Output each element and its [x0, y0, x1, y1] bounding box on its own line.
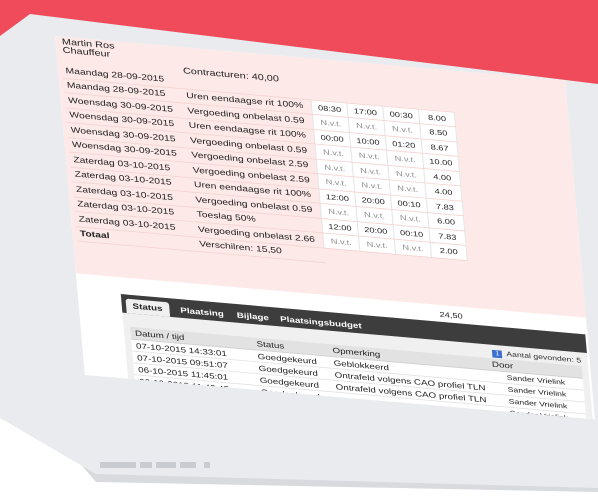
info-icon: 1	[492, 349, 503, 359]
taskbar-item[interactable]	[204, 462, 210, 468]
hours-time-cell: N.v.t.	[394, 239, 432, 258]
tab-status[interactable]: Status	[125, 298, 170, 317]
taskbar-item[interactable]	[100, 462, 136, 468]
taskbar-item[interactable]	[140, 462, 152, 468]
laptop-device: Martin Ros Chauffeur Contracturen: 40,00…	[0, 0, 598, 503]
tab-plaatsingsbudget[interactable]: Plaatsingsbudget	[273, 311, 369, 334]
taskbar-item[interactable]	[180, 462, 196, 468]
hours-time-cell: 2.00	[430, 242, 468, 261]
hours-panel: Martin Ros Chauffeur Contracturen: 40,00…	[55, 36, 586, 323]
employee-info: Martin Ros Chauffeur	[62, 37, 116, 60]
tab-bijlage[interactable]: Bijlage	[230, 308, 276, 326]
tab-plaatsing[interactable]: Plaatsing	[173, 303, 231, 322]
total-sum: 24,50	[435, 307, 467, 323]
hours-time-cell: N.v.t.	[358, 236, 396, 254]
app-screen: Martin Ros Chauffeur Contracturen: 40,00…	[55, 36, 595, 420]
hours-table: Maandag 28-09-2015 Maandag 28-09-2015 Uren…	[61, 63, 469, 275]
hours-time-cell: N.v.t.	[322, 232, 360, 251]
taskbar-item[interactable]	[156, 462, 176, 468]
